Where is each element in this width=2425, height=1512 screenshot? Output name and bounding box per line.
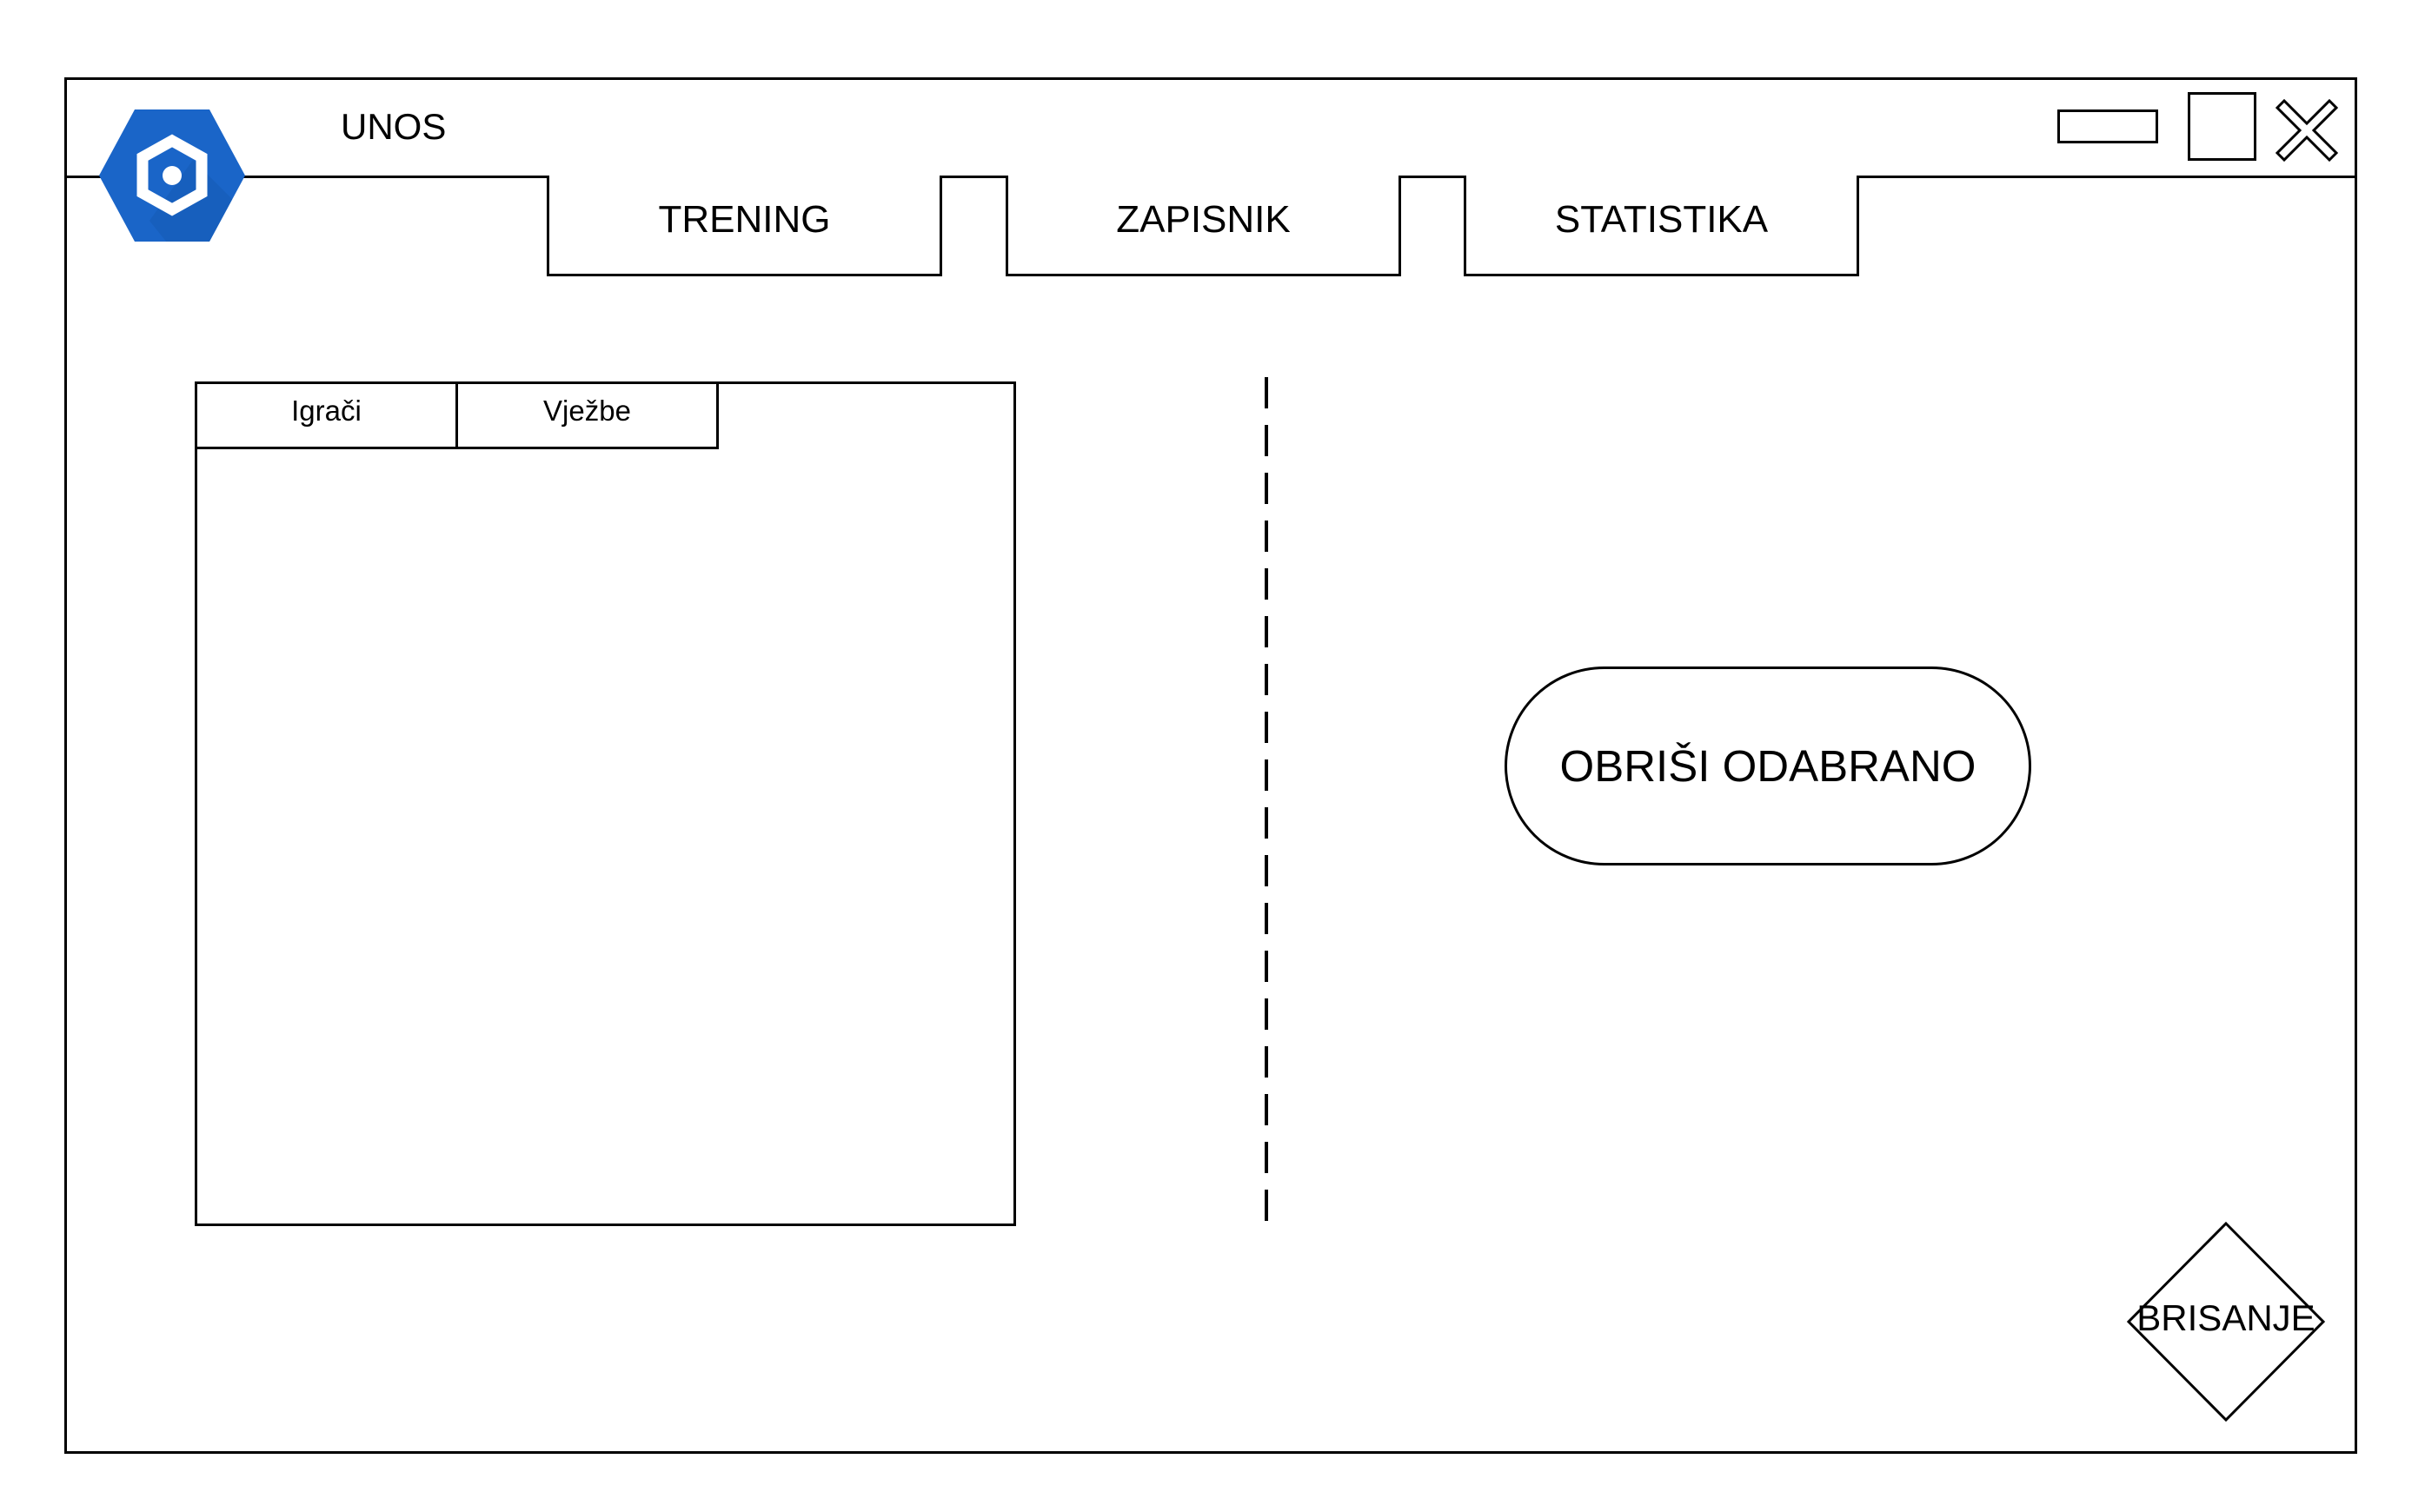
- tab-igraci[interactable]: Igrači: [195, 381, 458, 449]
- tab-trening[interactable]: TRENING: [547, 176, 942, 276]
- tab-vjezbe[interactable]: Vježbe: [455, 381, 719, 449]
- delete-selected-button[interactable]: OBRIŠI ODABRANO: [1505, 666, 2031, 865]
- tab-statistika[interactable]: STATISTIKA: [1464, 176, 1859, 276]
- window-title: UNOS: [341, 106, 447, 147]
- panel-tab-bar: Igrači Vježbe: [195, 381, 719, 451]
- minimize-icon[interactable]: [2057, 109, 2158, 143]
- delete-button[interactable]: BRISANJE: [2126, 1221, 2326, 1422]
- app-logo-icon: [97, 108, 247, 243]
- list-panel[interactable]: Igrači Vježbe: [195, 381, 1016, 1226]
- tab-zapisnik[interactable]: ZAPISNIK: [1006, 176, 1401, 276]
- dashed-divider: [1265, 377, 1268, 1234]
- close-icon[interactable]: [2272, 96, 2342, 165]
- delete-button-label: BRISANJE: [2136, 1297, 2315, 1338]
- maximize-icon[interactable]: [2188, 92, 2256, 161]
